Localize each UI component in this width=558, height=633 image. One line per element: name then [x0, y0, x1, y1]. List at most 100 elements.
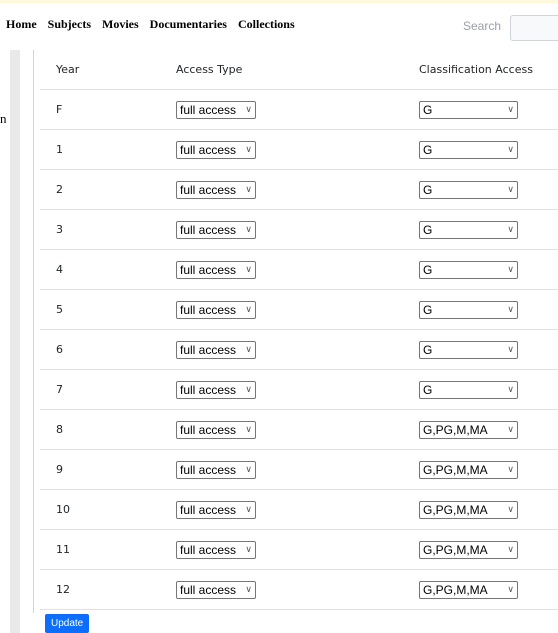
- access-type-value: full access: [180, 262, 237, 277]
- access-type-select[interactable]: full access ∨: [176, 580, 256, 599]
- access-type-select[interactable]: full access ∨: [176, 100, 256, 119]
- chevron-down-icon: ∨: [245, 384, 252, 394]
- access-type-value: full access: [180, 382, 237, 397]
- year-cell: 9: [40, 449, 176, 490]
- classification-access-value: G: [423, 342, 433, 357]
- access-type-value: full access: [180, 302, 237, 317]
- classification-access-select[interactable]: G ∨: [419, 140, 518, 159]
- access-type-cell: full access ∨: [176, 569, 419, 610]
- table-row: 1 full access ∨ G ∨: [40, 129, 558, 170]
- top-navbar: Home Subjects Movies Documentaries Colle…: [0, 3, 558, 50]
- chevron-down-icon: ∨: [245, 104, 252, 114]
- chevron-down-icon: ∨: [507, 584, 514, 594]
- classification-access-select[interactable]: G ∨: [419, 100, 518, 119]
- nav-link-documentaries[interactable]: Documentaries: [150, 17, 227, 32]
- year-cell: 7: [40, 369, 176, 410]
- classification-access-select[interactable]: G ∨: [419, 300, 518, 319]
- access-type-select[interactable]: full access ∨: [176, 460, 256, 479]
- year-cell: 10: [40, 489, 176, 530]
- access-type-select[interactable]: full access ∨: [176, 260, 256, 279]
- year-cell: 8: [40, 409, 176, 450]
- classification-access-value: G,PG,M,MA: [423, 502, 488, 517]
- access-type-cell: full access ∨: [176, 529, 419, 570]
- classification-access-select[interactable]: G ∨: [419, 180, 518, 199]
- table-row: 5 full access ∨ G ∨: [40, 289, 558, 330]
- year-cell: F: [40, 89, 176, 130]
- classification-access-select[interactable]: G ∨: [419, 340, 518, 359]
- classification-access-select[interactable]: G,PG,M,MA ∨: [419, 500, 518, 519]
- access-type-cell: full access ∨: [176, 409, 419, 450]
- classification-access-cell: G ∨: [419, 289, 558, 330]
- access-type-value: full access: [180, 502, 237, 517]
- column-header-year: Year: [40, 50, 176, 90]
- chevron-down-icon: ∨: [507, 304, 514, 314]
- classification-access-value: G,PG,M,MA: [423, 542, 488, 557]
- chevron-down-icon: ∨: [507, 464, 514, 474]
- classification-access-cell: G,PG,M,MA ∨: [419, 409, 558, 450]
- chevron-down-icon: ∨: [245, 184, 252, 194]
- nav-link-subjects[interactable]: Subjects: [48, 17, 91, 32]
- access-type-cell: full access ∨: [176, 129, 419, 170]
- access-type-select[interactable]: full access ∨: [176, 180, 256, 199]
- access-type-select[interactable]: full access ∨: [176, 420, 256, 439]
- year-cell: 5: [40, 289, 176, 330]
- classification-access-select[interactable]: G,PG,M,MA ∨: [419, 540, 518, 559]
- chevron-down-icon: ∨: [507, 504, 514, 514]
- content-left-border: [33, 50, 34, 613]
- access-type-select[interactable]: full access ∨: [176, 540, 256, 559]
- table-row: 9 full access ∨ G,PG,M,MA ∨: [40, 449, 558, 490]
- access-type-value: full access: [180, 182, 237, 197]
- table-row: 2 full access ∨ G ∨: [40, 169, 558, 210]
- update-button[interactable]: Update: [45, 614, 90, 633]
- chevron-down-icon: ∨: [245, 464, 252, 474]
- classification-access-select[interactable]: G,PG,M,MA ∨: [419, 460, 518, 479]
- classification-access-cell: G ∨: [419, 329, 558, 370]
- classification-access-select[interactable]: G,PG,M,MA ∨: [419, 580, 518, 599]
- chevron-down-icon: ∨: [245, 504, 252, 514]
- chevron-down-icon: ∨: [245, 224, 252, 234]
- chevron-down-icon: ∨: [245, 544, 252, 554]
- left-edge-text: n: [0, 112, 7, 125]
- nav-link-collections[interactable]: Collections: [238, 17, 295, 32]
- classification-access-select[interactable]: G ∨: [419, 220, 518, 239]
- chevron-down-icon: ∨: [507, 144, 514, 154]
- search-input[interactable]: [510, 15, 558, 41]
- access-type-value: full access: [180, 342, 237, 357]
- access-type-cell: full access ∨: [176, 89, 419, 130]
- classification-access-cell: G,PG,M,MA ∨: [419, 529, 558, 570]
- access-type-value: full access: [180, 542, 237, 557]
- table-body: Ffull access ∨ G ∨ 1 full access ∨ G ∨ 2 full acce…: [40, 89, 558, 610]
- access-type-select[interactable]: full access ∨: [176, 300, 256, 319]
- year-cell: 11: [40, 529, 176, 570]
- access-type-select[interactable]: full access ∨: [176, 340, 256, 359]
- access-type-cell: full access ∨: [176, 449, 419, 490]
- table-row: 7 full access ∨ G ∨: [40, 369, 558, 410]
- classification-access-value: G: [423, 182, 433, 197]
- access-type-select[interactable]: full access ∨: [176, 500, 256, 519]
- classification-access-cell: G ∨: [419, 209, 558, 250]
- table-row: Ffull access ∨ G ∨: [40, 89, 558, 130]
- left-scroll-strip: [10, 50, 20, 633]
- access-type-select[interactable]: full access ∨: [176, 220, 256, 239]
- access-type-select[interactable]: full access ∨: [176, 140, 256, 159]
- classification-access-value: G: [423, 262, 433, 277]
- year-cell: 12: [40, 569, 176, 610]
- table-row: 3 full access ∨ G ∨: [40, 209, 558, 250]
- classification-access-select[interactable]: G,PG,M,MA ∨: [419, 420, 518, 439]
- classification-access-value: G: [423, 102, 433, 117]
- nav-link-movies[interactable]: Movies: [102, 17, 139, 32]
- year-cell: 4: [40, 249, 176, 290]
- column-header-access-type: Access Type: [176, 50, 419, 90]
- table-row: 12 full access ∨ G,PG,M,MA ∨: [40, 569, 558, 610]
- nav-link-home[interactable]: Home: [6, 17, 37, 32]
- classification-access-value: G,PG,M,MA: [423, 582, 488, 597]
- access-type-select[interactable]: full access ∨: [176, 380, 256, 399]
- classification-access-value: G: [423, 382, 433, 397]
- table-row: 6 full access ∨ G ∨: [40, 329, 558, 370]
- classification-access-select[interactable]: G ∨: [419, 260, 518, 279]
- classification-access-cell: G ∨: [419, 169, 558, 210]
- access-type-value: full access: [180, 142, 237, 157]
- classification-access-value: G,PG,M,MA: [423, 422, 488, 437]
- chevron-down-icon: ∨: [245, 304, 252, 314]
- classification-access-select[interactable]: G ∨: [419, 380, 518, 399]
